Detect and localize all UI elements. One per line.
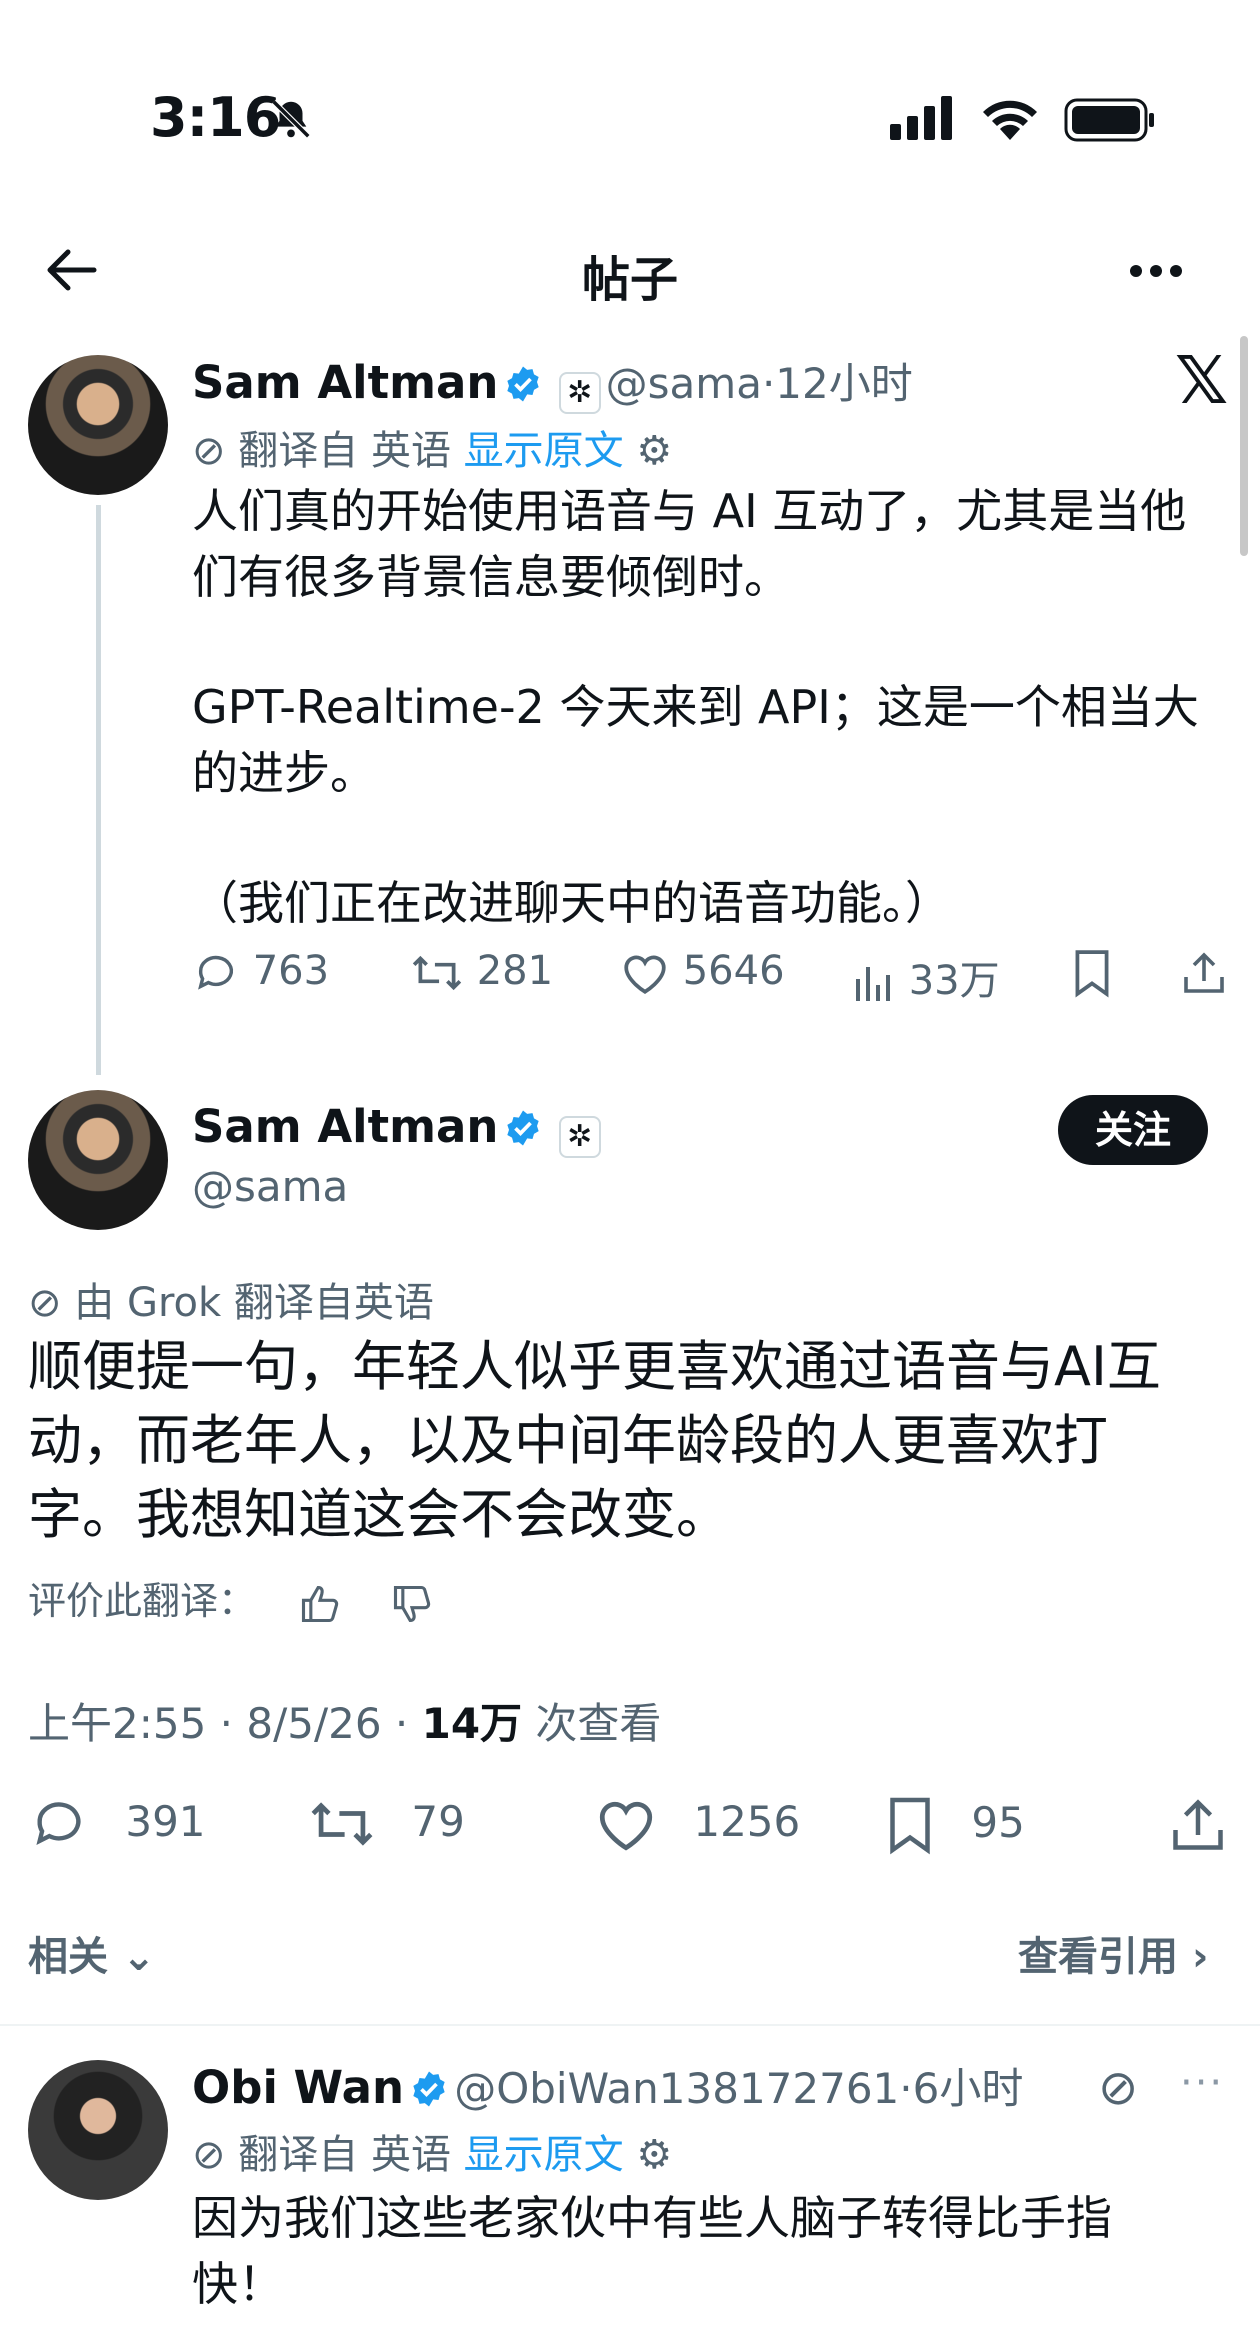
retweet-button[interactable]: 79 <box>308 1795 465 1853</box>
author-name[interactable]: Obi Wan <box>192 2061 404 2114</box>
like-button[interactable]: 1256 <box>594 1795 800 1853</box>
avatar[interactable] <box>28 1090 168 1230</box>
translated-from-label: 翻译自 英语 <box>238 428 451 474</box>
tweet-actions: 763 281 5646 33万 <box>192 948 1232 1008</box>
rate-translation-label: 评价此翻译： <box>28 1579 257 1623</box>
settings-gear-icon[interactable]: ⚙ <box>636 428 672 474</box>
tweet-line: 的进步。 <box>192 746 376 800</box>
like-button[interactable]: 5646 <box>620 948 785 996</box>
bookmark-count: 95 <box>971 1797 1025 1847</box>
chevron-right-icon: › <box>1191 1934 1209 1980</box>
battery-icon <box>1064 98 1156 142</box>
reply-button[interactable]: 391 <box>28 1795 206 1853</box>
heart-icon <box>620 950 670 996</box>
reply-author-row: Obi Wan @ObiWan138172761·6小时 <box>192 2055 1023 2116</box>
translate-icon: ⊘ <box>192 2132 226 2178</box>
tweet-line: 动，而老年人，以及中间年龄段的人更喜欢打 <box>28 1409 1108 1472</box>
translate-icon: ⊘ <box>28 1280 62 1326</box>
reply-icon <box>192 950 240 996</box>
translated-from-label: 翻译自 英语 <box>238 2132 451 2178</box>
scrollbar[interactable] <box>1240 336 1248 556</box>
like-count: 1256 <box>693 1796 801 1846</box>
retweet-icon <box>410 950 464 996</box>
views-count: 33万 <box>908 958 1000 1004</box>
tweet-line: 顺便提一句，年轻人似乎更喜欢通过语音与AI互 <box>28 1335 1161 1398</box>
verified-badge-icon <box>409 2069 449 2109</box>
translation-row: ⊘ 翻译自 英语 显示原文 ⚙ <box>192 418 672 476</box>
bookmark-button[interactable]: 95 <box>884 1795 1025 1855</box>
share-icon[interactable] <box>1180 948 1228 998</box>
view-quotes-link[interactable]: 查看引用 › <box>1018 1924 1208 1982</box>
author-handle[interactable]: @ObiWan138172761 <box>454 2064 899 2113</box>
divider <box>0 2024 1260 2026</box>
openai-affiliate-icon[interactable]: ✲ <box>558 372 601 414</box>
avatar[interactable] <box>28 2060 168 2200</box>
bell-muted-icon <box>268 96 314 142</box>
share-icon[interactable] <box>1168 1795 1228 1855</box>
more-options-icon[interactable] <box>1130 262 1190 281</box>
page-title: 帖子 <box>581 252 678 308</box>
thumbs-up-icon[interactable] <box>298 1583 342 1625</box>
translate-icon[interactable]: ⊘ <box>1098 2060 1138 2116</box>
main-tweet-body: 顺便提一句，年轻人似乎更喜欢通过语音与AI互 动，而老年人，以及中间年龄段的人更… <box>28 1330 1228 1552</box>
views-label: 次查看 <box>522 1699 662 1748</box>
settings-gear-icon[interactable]: ⚙ <box>636 2132 672 2178</box>
retweet-button[interactable]: 281 <box>410 948 553 996</box>
retweet-count: 281 <box>476 948 554 994</box>
show-original-link[interactable]: 显示原文 <box>464 2132 624 2178</box>
reply-icon <box>28 1795 90 1853</box>
tweet-line: 字。我想知道这会不会改变。 <box>28 1483 730 1546</box>
status-time: 3:16 <box>150 86 281 149</box>
reply-button[interactable]: 763 <box>192 948 329 996</box>
tweet-line: 人们真的开始使用语音与 AI 互动了，尤其是当他 <box>192 484 1187 538</box>
reply-count: 763 <box>252 948 330 994</box>
bookmark-icon <box>884 1795 936 1855</box>
follow-button[interactable]: 关注 <box>1058 1095 1208 1165</box>
reply-count: 391 <box>125 1796 206 1846</box>
thread-connector-line <box>96 505 101 1075</box>
main-tweet-actions: 391 79 1256 95 <box>28 1795 1228 1859</box>
views-count: 14万 <box>421 1699 523 1748</box>
views-button[interactable]: 33万 <box>852 948 1000 1006</box>
wifi-icon <box>980 94 1040 140</box>
tweet-line: GPT-Realtime-2 今天来到 API；这是一个相当大 <box>192 680 1199 734</box>
author-name[interactable]: Sam Altman <box>192 356 498 409</box>
timestamp[interactable]: 上午2:55 · 8/5/26 · <box>28 1699 422 1748</box>
related-dropdown[interactable]: 相关 ⌄ <box>28 1924 155 1982</box>
cellular-signal-icon <box>890 96 954 140</box>
translate-icon: ⊘ <box>192 428 226 474</box>
x-logo-icon: 𝕏 <box>1175 342 1229 419</box>
post-time: ·12小时 <box>761 359 913 408</box>
thumbs-down-icon[interactable] <box>390 1583 434 1625</box>
author-handle[interactable]: @sama <box>192 1162 348 1211</box>
author-handle[interactable]: @sama <box>606 359 762 408</box>
chevron-down-icon: ⌄ <box>121 1934 156 1980</box>
post-time: ·6小时 <box>899 2064 1024 2113</box>
rate-translation-row: 评价此翻译： <box>28 1570 434 1625</box>
translation-row: ⊘ 翻译自 英语 显示原文 ⚙ <box>192 2122 672 2180</box>
avatar[interactable] <box>28 355 168 495</box>
heart-icon <box>594 1795 658 1853</box>
tweet-line: 们有很多背景信息要倾倒时。 <box>192 550 790 604</box>
retweet-icon <box>308 1795 376 1853</box>
tweet-line: 因为我们这些老家伙中有些人脑子转得比手指 <box>192 2191 1112 2245</box>
tweet-header: Sam Altman ✲ @sama·12小时 <box>192 350 913 414</box>
verified-badge-icon <box>503 364 543 404</box>
bookmark-icon[interactable] <box>1070 948 1114 998</box>
verified-badge-icon <box>503 1108 543 1148</box>
openai-affiliate-icon[interactable]: ✲ <box>558 1116 601 1158</box>
author-row: Sam Altman ✲ <box>192 1100 601 1158</box>
views-bar-chart-icon <box>852 960 896 1006</box>
tweet-line: 快！ <box>192 2257 284 2311</box>
reply-body: 因为我们这些老家伙中有些人脑子转得比手指 快！ <box>192 2185 1232 2317</box>
author-name[interactable]: Sam Altman <box>192 1100 498 1153</box>
show-original-link[interactable]: 显示原文 <box>464 428 624 474</box>
tweet-body: 人们真的开始使用语音与 AI 互动了，尤其是当他 们有很多背景信息要倾倒时。 G… <box>192 478 1232 936</box>
retweet-count: 79 <box>411 1796 465 1846</box>
like-count: 5646 <box>682 948 785 994</box>
tweet-meta: 上午2:55 · 8/5/26 · 14万 次查看 <box>28 1690 661 1751</box>
grok-translation-label: ⊘ 由 Grok 翻译自英语 <box>28 1280 434 1326</box>
more-options-icon[interactable]: ··· <box>1180 2060 1224 2106</box>
tweet-line: （我们正在改进聊天中的语音功能。） <box>192 876 951 930</box>
